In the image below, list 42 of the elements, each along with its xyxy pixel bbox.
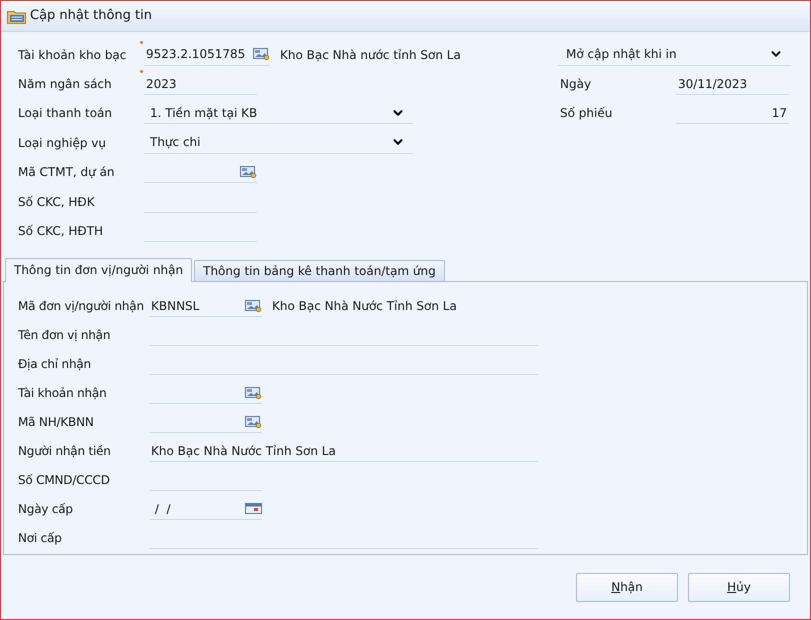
field-label: Ngày cấp <box>17 501 74 518</box>
lookup-icon[interactable] <box>253 48 270 60</box>
field-label: Số CKC, HĐTH <box>17 223 104 240</box>
lookup-icon[interactable] <box>245 386 262 399</box>
window-icon <box>7 8 26 24</box>
lookup-icon[interactable] <box>245 416 262 428</box>
field-label: Nơi cấp <box>17 530 63 548</box>
date-field[interactable]: / / <box>149 498 262 520</box>
field-label: Loại nghiệp vụ <box>17 134 108 152</box>
input-field[interactable]: KBNNSL <box>149 295 262 318</box>
field-label: Tên đơn vị nhận <box>17 327 112 344</box>
field-label: Địa chỉ nhận <box>17 356 92 374</box>
tab[interactable]: Thông tin đơn vị/người nhận <box>5 258 192 282</box>
lookup-icon[interactable] <box>245 300 262 312</box>
calendar-icon[interactable] <box>245 503 262 514</box>
field-label: Số phiếu <box>559 105 614 122</box>
field-label: Số CKC, HĐK <box>17 194 96 211</box>
description-text: Kho Bạc Nhà Nước Tỉnh Sơn La <box>272 298 457 316</box>
input-field[interactable]: 17 <box>676 102 789 124</box>
dialog-button[interactable]: Hủy <box>688 572 790 602</box>
dialog-button[interactable]: Nhận <box>576 572 678 602</box>
dropdown[interactable]: Mở cập nhật khi in <box>558 44 791 66</box>
description-text: Kho Bạc Nhà nước tỉnh Sơn La <box>280 46 461 64</box>
field-label: Loại thanh toán <box>17 105 114 122</box>
dropdown[interactable]: Thực chi <box>144 132 413 154</box>
field-label: Mã đơn vị/người nhận <box>17 298 145 316</box>
input-field[interactable]: 9523.2.1051785 <box>144 44 270 66</box>
input-field[interactable]: 30/11/2023 <box>676 73 789 96</box>
input-field[interactable]: Kho Bạc Nhà Nước Tỉnh Sơn La <box>149 440 538 462</box>
field-label: Năm ngân sách <box>17 76 113 94</box>
dropdown[interactable]: 1. Tiền mặt tại KB <box>144 102 413 124</box>
field-label: Ngày <box>559 76 592 94</box>
field-label: Tài khoản kho bạc <box>17 46 128 64</box>
field-label: Mã NH/KBNN <box>17 414 95 432</box>
tab[interactable]: Thông tin bảng kê thanh toán/tạm ứng <box>194 260 445 281</box>
field-label: Tài khoản nhận <box>17 385 108 402</box>
field-label: Số CMND/CCCD <box>17 472 111 490</box>
field-label: Mã CTMT, dự án <box>17 164 116 182</box>
field-label: Người nhận tiền <box>17 443 112 460</box>
input-field[interactable]: 2023 <box>144 73 257 96</box>
lookup-icon[interactable] <box>240 166 257 178</box>
window-title: Cập nhật thông tin <box>30 7 152 26</box>
